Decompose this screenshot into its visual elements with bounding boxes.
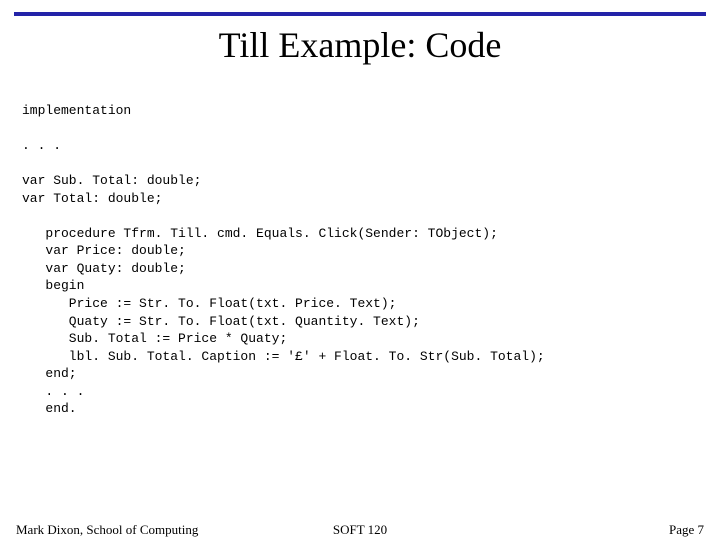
- code-line: . . .: [22, 383, 698, 401]
- footer-right: Page 7: [669, 522, 704, 538]
- code-block: implementation . . . var Sub. Total: dou…: [0, 102, 720, 418]
- code-line: procedure Tfrm. Till. cmd. Equals. Click…: [22, 225, 698, 243]
- code-line: [22, 207, 698, 225]
- code-line: [22, 120, 698, 138]
- code-line: var Price: double;: [22, 242, 698, 260]
- code-line: Sub. Total := Price * Quaty;: [22, 330, 698, 348]
- code-line: begin: [22, 277, 698, 295]
- code-line: var Total: double;: [22, 190, 698, 208]
- top-rule: [14, 12, 706, 16]
- footer: Mark Dixon, School of Computing SOFT 120…: [0, 522, 720, 538]
- code-line: Price := Str. To. Float(txt. Price. Text…: [22, 295, 698, 313]
- code-line: var Quaty: double;: [22, 260, 698, 278]
- code-line: end;: [22, 365, 698, 383]
- slide-title: Till Example: Code: [0, 24, 720, 66]
- code-line: . . .: [22, 137, 698, 155]
- code-line: Quaty := Str. To. Float(txt. Quantity. T…: [22, 313, 698, 331]
- code-line: [22, 155, 698, 173]
- code-line: lbl. Sub. Total. Caption := '£' + Float.…: [22, 348, 698, 366]
- footer-center: SOFT 120: [333, 522, 387, 538]
- code-line: var Sub. Total: double;: [22, 172, 698, 190]
- footer-left: Mark Dixon, School of Computing: [16, 522, 198, 538]
- code-line: implementation: [22, 102, 698, 120]
- code-line: end.: [22, 400, 698, 418]
